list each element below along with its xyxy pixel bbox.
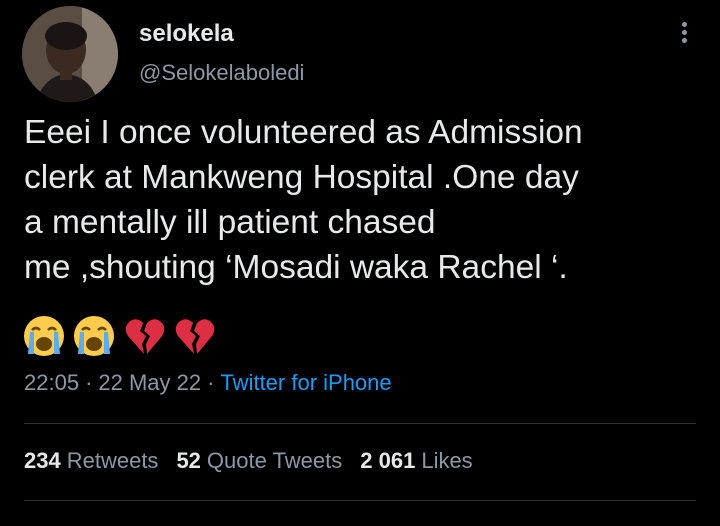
tweet-source-link[interactable]: Twitter for iPhone <box>220 370 391 395</box>
retweets-label: Retweets <box>66 448 159 473</box>
meta-separator: · <box>85 370 93 395</box>
retweets-stat[interactable]: 234 Retweets <box>24 448 158 473</box>
broken-heart-icon <box>125 319 165 354</box>
tweet-text: Eeei I once volunteered as Admission cle… <box>24 110 704 290</box>
broken-heart-icon <box>176 319 215 354</box>
author-display-name[interactable]: selokela <box>139 20 234 48</box>
tweet-text-line: Eeei I once volunteered as Admission <box>24 114 583 151</box>
quote-tweets-label: Quote Tweets <box>206 448 343 473</box>
emoji-row <box>22 314 219 358</box>
meta-separator: · <box>207 370 215 395</box>
tweet-time[interactable]: 22:05 <box>24 370 79 395</box>
avatar-photo <box>22 6 118 102</box>
loudly-crying-face-icon <box>24 316 64 356</box>
loudly-crying-face-icon <box>74 316 115 356</box>
quote-tweets-count: 52 <box>176 448 201 473</box>
likes-count: 2 061 <box>360 448 416 473</box>
likes-label: Likes <box>421 448 473 473</box>
tweet-text-line: clerk at Mankweng Hospital .One day <box>24 159 579 196</box>
tweet-meta: 22:05 · 22 May 22 · Twitter for iPhone <box>24 370 392 396</box>
tweet-text-line: me ,shouting ‘Mosadi waka Rachel ‘. <box>24 249 568 286</box>
more-options-icon[interactable] <box>676 22 692 50</box>
avatar[interactable] <box>22 6 118 102</box>
divider <box>24 423 696 424</box>
retweets-count: 234 <box>24 448 61 473</box>
tweet-text-line: a mentally ill patient chased <box>24 204 436 241</box>
tweet-stats: 234 Retweets 52 Quote Tweets 2 061 Likes <box>24 448 491 474</box>
tweet-detail: selokela @Selokelaboledi Eeei I once vol… <box>0 0 720 526</box>
divider <box>24 500 696 501</box>
tweet-date[interactable]: 22 May 22 <box>98 370 201 395</box>
likes-stat[interactable]: 2 061 Likes <box>360 448 472 473</box>
author-handle[interactable]: @Selokelaboledi <box>139 60 304 86</box>
quote-tweets-stat[interactable]: 52 Quote Tweets <box>176 448 342 473</box>
